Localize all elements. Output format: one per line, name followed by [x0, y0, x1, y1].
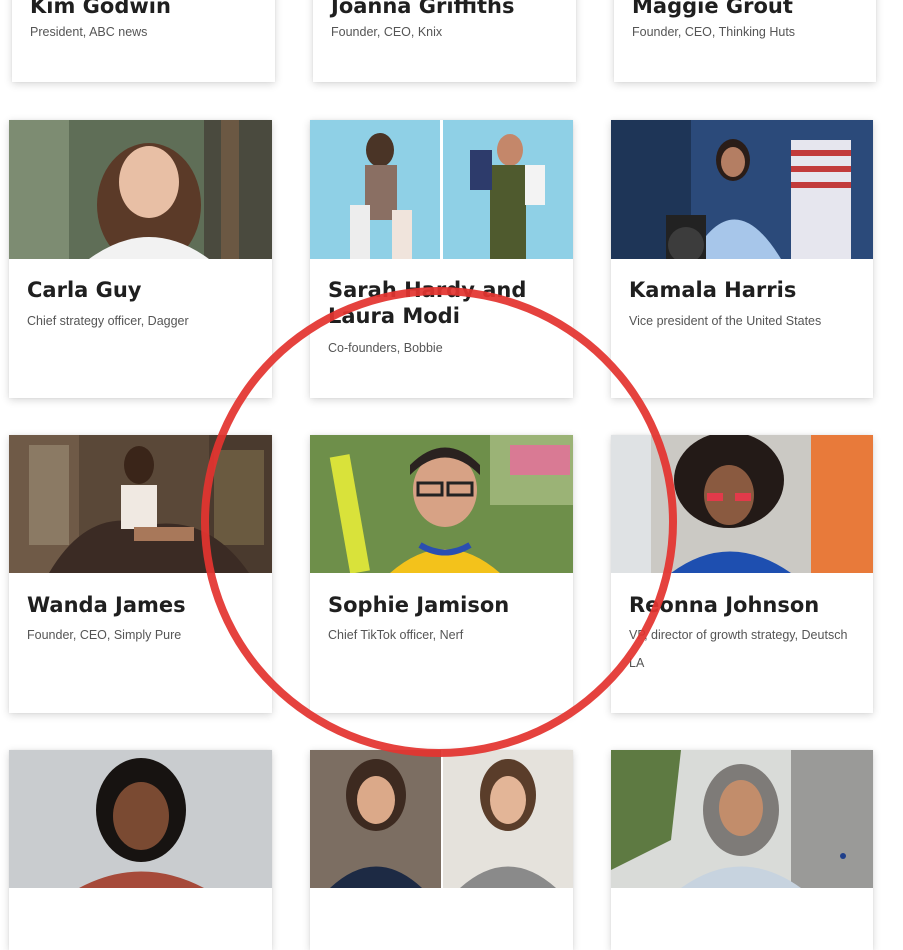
profile-card[interactable]: Sarah Hardy and Laura Modi Co-founders, … [310, 120, 573, 398]
profile-card[interactable] [611, 750, 873, 950]
profile-role: Founder, CEO, Simply Pure [27, 628, 182, 642]
profile-photo [611, 120, 873, 259]
profile-photo [9, 750, 272, 888]
profile-role: Co-founders, Bobbie [328, 341, 443, 355]
profile-photo [611, 750, 873, 888]
profile-name: Sarah Hardy and Laura Modi [328, 278, 527, 328]
profile-name: Sophie Jamison [328, 593, 510, 617]
profile-photo [611, 435, 873, 573]
profile-card[interactable]: Carla Guy Chief strategy officer, Dagger [9, 120, 272, 398]
profile-photo [310, 120, 573, 259]
profile-card[interactable]: Kim Godwin President, ABC news [12, 0, 275, 82]
profile-role: Founder, CEO, Knix [331, 25, 443, 39]
profile-photo [310, 750, 573, 888]
profile-photo [9, 120, 272, 259]
profile-photo [9, 435, 272, 573]
profile-card[interactable]: Joanna Griffiths Founder, CEO, Knix [313, 0, 576, 82]
profile-card[interactable]: Sophie Jamison Chief TikTok officer, Ner… [310, 435, 573, 713]
profile-name: Wanda James [27, 593, 186, 617]
profile-role: Vice president of the United States [629, 314, 822, 328]
profile-card[interactable]: Kamala Harris Vice president of the Unit… [611, 120, 873, 398]
profile-name: Carla Guy [27, 278, 142, 302]
profile-role: President, ABC news [30, 25, 148, 39]
profile-role: Chief strategy officer, Dagger [27, 314, 189, 328]
profile-name: Kim Godwin [30, 0, 171, 18]
profile-role: Founder, CEO, Thinking Huts [632, 25, 796, 39]
profile-role: VP, director of growth strategy, Deutsch… [629, 628, 848, 670]
profile-name: Joanna Griffiths [331, 0, 515, 18]
profile-photo [310, 435, 573, 573]
profile-name: Reonna Johnson [629, 593, 820, 617]
profile-name: Kamala Harris [629, 278, 797, 302]
profile-card[interactable] [9, 750, 272, 950]
profile-card[interactable] [310, 750, 573, 950]
profile-name: Maggie Grout [632, 0, 793, 18]
profile-card[interactable]: Wanda James Founder, CEO, Simply Pure [9, 435, 272, 713]
profile-card[interactable]: Maggie Grout Founder, CEO, Thinking Huts [614, 0, 876, 82]
profile-role: Chief TikTok officer, Nerf [328, 628, 464, 642]
profile-card[interactable]: Reonna Johnson VP, director of growth st… [611, 435, 873, 713]
